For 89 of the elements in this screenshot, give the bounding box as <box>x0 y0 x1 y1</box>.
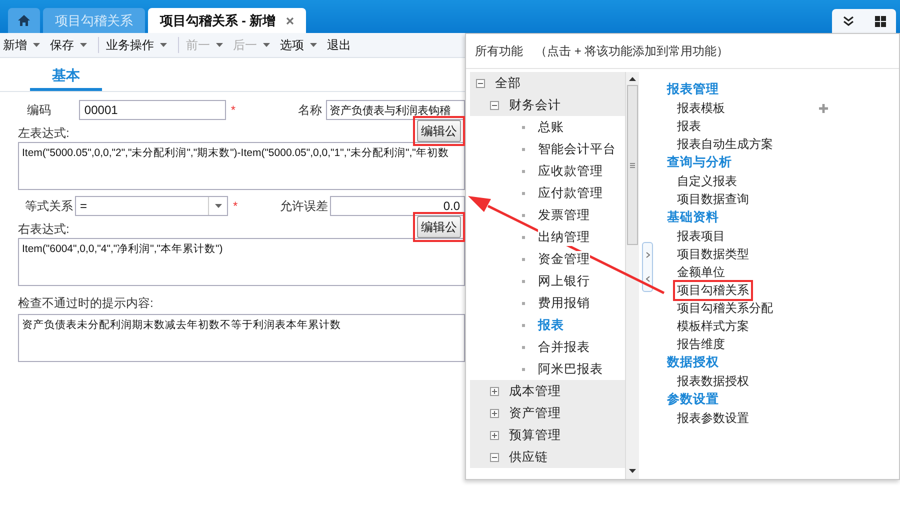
tree-node[interactable]: 供应链 <box>470 446 625 468</box>
grip-icon <box>630 162 635 168</box>
section-heading: 数据授权 <box>667 354 720 371</box>
chevron-left-icon <box>646 276 650 282</box>
edit-formula-button[interactable]: 编辑公 <box>417 216 461 238</box>
function-link[interactable]: 模板样式方案 <box>673 316 753 336</box>
field-label: 允许误差 <box>280 198 329 214</box>
tree-node[interactable]: 全部 <box>470 72 625 94</box>
name-input[interactable]: 资产负债表与利润表钩稽 <box>326 100 466 120</box>
expression-input[interactable]: Item("5000.05",0,0,"2","未分配利润","期末数")-Item("5000.05",0,0,"1","未分配利润","年初数 <box>18 142 465 190</box>
tree-item[interactable]: 合并报表 <box>470 336 625 358</box>
scroll-up-icon[interactable] <box>629 77 636 81</box>
tree-item[interactable]: 应收款管理 <box>470 160 625 182</box>
close-icon[interactable] <box>286 16 294 24</box>
field-label: 左表达式: <box>18 125 70 142</box>
tree-item[interactable]: 智能会计平台 <box>470 138 625 160</box>
expand-icon[interactable] <box>490 430 499 440</box>
grid-icon <box>874 16 886 26</box>
function-link[interactable]: 报表参数设置 <box>673 408 753 428</box>
caret-icon <box>160 43 167 47</box>
collapse-icon[interactable] <box>490 100 499 110</box>
field-label: 右表达式: <box>18 221 70 238</box>
scroll-down-icon[interactable] <box>629 469 636 473</box>
collapse-icon[interactable] <box>476 78 485 88</box>
edit-formula-button[interactable]: 编辑公 <box>417 120 461 142</box>
expand-icon[interactable] <box>490 386 499 396</box>
panel-title: 所有功能 <box>475 42 523 60</box>
expand-icon[interactable] <box>490 408 499 418</box>
function-link[interactable]: 自定义报表 <box>673 170 741 192</box>
section-heading: 参数设置 <box>667 391 720 408</box>
tree-item[interactable]: 总账 <box>470 116 625 138</box>
tree-item[interactable]: 资金管理 <box>470 248 625 270</box>
menu-button[interactable]: 选项 <box>277 36 324 54</box>
tolerance-input[interactable]: 0.0 <box>330 196 465 216</box>
function-link[interactable]: 项目勾稽关系分配 <box>673 298 777 318</box>
splitter-handle[interactable] <box>642 242 653 292</box>
tree-item[interactable]: 出纳管理 <box>470 226 625 248</box>
tree-item[interactable]: 报表 <box>470 314 625 336</box>
caret-icon <box>216 43 223 47</box>
tree-item[interactable]: 应付款管理 <box>470 182 625 204</box>
tree-node[interactable]: 成本管理 <box>470 380 625 402</box>
tree-item[interactable]: 阿米巴报表 <box>470 358 625 380</box>
tree-node[interactable]: 财务会计 <box>470 94 625 116</box>
page-tab[interactable]: 项目勾稽关系 - 新增 <box>148 8 306 33</box>
relation-select[interactable]: = <box>75 196 228 216</box>
function-link[interactable]: 报表 <box>673 116 705 136</box>
section-heading: 查询与分析 <box>667 154 733 171</box>
message-input[interactable]: 资产负债表未分配利润期末数减去年初数不等于利润表本年累计数 <box>18 314 465 362</box>
function-link[interactable]: 项目勾稽关系 <box>673 280 753 300</box>
caret-icon <box>80 43 87 47</box>
function-link[interactable]: 报表模板 <box>673 98 729 118</box>
function-link[interactable]: 报告维度 <box>673 334 729 354</box>
caret-icon <box>310 43 317 47</box>
tree-item[interactable]: 发票管理 <box>470 204 625 226</box>
menu-button[interactable]: 新增 <box>0 36 47 54</box>
section-heading: 报表管理 <box>667 81 720 98</box>
menu-button[interactable]: 业务操作 <box>103 36 174 54</box>
function-link[interactable]: 项目数据查询 <box>673 188 753 210</box>
toolbar-button[interactable]: 退出 <box>324 36 358 54</box>
tree-node[interactable]: 资产管理 <box>470 402 625 424</box>
home-tab[interactable] <box>8 8 40 33</box>
hint-text: （点击 + 将该功能添加到常用功能） <box>535 42 729 60</box>
caret-icon <box>33 43 40 47</box>
caret-icon <box>214 204 222 208</box>
tree-item[interactable]: 费用报销 <box>470 292 625 314</box>
double-chevron-icon <box>842 16 854 26</box>
field-label: 检查不通过时的提示内容: <box>18 295 154 312</box>
function-link[interactable]: 报表自动生成方案 <box>673 134 777 154</box>
tree-item[interactable]: 网上银行 <box>470 270 625 292</box>
collapse-icon[interactable] <box>490 452 499 462</box>
expression-input[interactable]: Item("6004",0,0,"4","净利润","本年累计数") <box>18 238 465 286</box>
field-label: 编码 <box>27 102 52 118</box>
chevron-right-icon <box>646 252 650 258</box>
required-mark: * <box>233 199 239 213</box>
tree-node[interactable]: 预算管理 <box>470 424 625 446</box>
field-label: 名称 <box>298 102 323 118</box>
field-label: 等式关系 <box>25 198 74 214</box>
function-link[interactable]: 报表项目 <box>673 226 729 246</box>
add-icon[interactable] <box>819 104 828 112</box>
menu-button[interactable]: 保存 <box>47 36 94 54</box>
caret-icon <box>263 43 270 47</box>
home-icon <box>18 15 30 26</box>
required-mark: * <box>230 103 237 117</box>
function-link[interactable]: 报表数据授权 <box>673 370 753 392</box>
code-input[interactable]: 00001 <box>79 100 226 120</box>
section-heading: 基础资料 <box>667 209 720 226</box>
section-tab[interactable]: 基本 <box>30 67 102 91</box>
function-link[interactable]: 项目数据类型 <box>673 244 753 264</box>
function-link[interactable]: 金额单位 <box>673 262 729 282</box>
